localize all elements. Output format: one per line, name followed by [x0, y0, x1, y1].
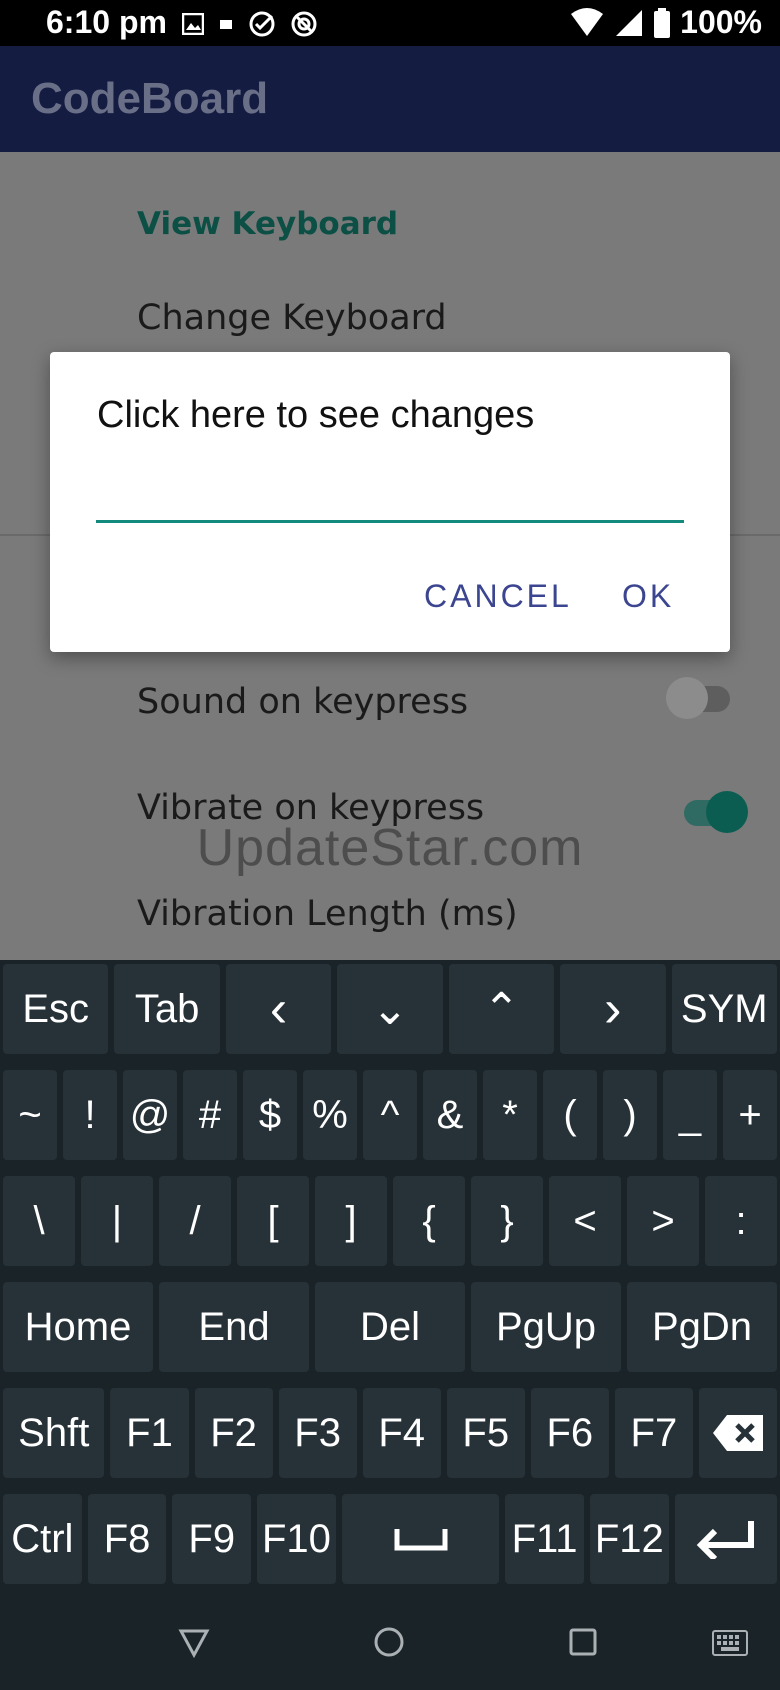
pref-category-view-keyboard: View Keyboard	[137, 206, 399, 242]
key-backspace[interactable]: ⌫	[698, 1388, 777, 1478]
key-left-bracket[interactable]: [	[237, 1176, 309, 1266]
key-f11[interactable]: F11	[505, 1494, 584, 1584]
dialog: Click here to see changes CANCEL OK	[50, 352, 730, 652]
ok-button[interactable]: OK	[622, 578, 674, 615]
key-tilde[interactable]: ~	[3, 1070, 57, 1160]
cancel-button[interactable]: CANCEL	[424, 578, 572, 615]
pref-item-sound-on-keypress[interactable]: Sound on keypress	[137, 682, 468, 722]
key-end[interactable]: End	[159, 1282, 309, 1372]
key-pgup[interactable]: PgUp	[471, 1282, 621, 1372]
recents-icon[interactable]	[569, 1628, 597, 1656]
key-del[interactable]: Del	[315, 1282, 465, 1372]
key-f9[interactable]: F9	[172, 1494, 252, 1584]
key-f2[interactable]: F2	[194, 1388, 273, 1478]
key-down-arrow[interactable]: ⌄	[337, 964, 443, 1054]
key-f6[interactable]: F6	[530, 1388, 609, 1478]
key-backslash[interactable]: \	[3, 1176, 75, 1266]
backspace-icon	[712, 1415, 763, 1451]
key-f3[interactable]: F3	[278, 1388, 357, 1478]
key-at[interactable]: @	[123, 1070, 177, 1160]
key-right-paren[interactable]: )	[603, 1070, 657, 1160]
key-greater-than[interactable]: >	[627, 1176, 699, 1266]
key-asterisk[interactable]: *	[483, 1070, 537, 1160]
keyboard-row-navigation: Home End Del PgUp PgDn	[0, 1278, 780, 1376]
battery-icon	[654, 7, 671, 38]
key-right-brace[interactable]: }	[471, 1176, 543, 1266]
back-icon[interactable]	[178, 1628, 210, 1658]
app-title: CodeBoard	[31, 74, 269, 123]
key-left-arrow[interactable]: ‹	[225, 964, 332, 1054]
key-plus[interactable]: +	[723, 1070, 777, 1160]
key-ctrl[interactable]: Ctrl	[3, 1494, 82, 1584]
notification-icon	[220, 20, 232, 29]
keyboard-row-nav: Esc Tab ‹ ⌄ ⌃ › SYM	[0, 960, 780, 1058]
dialog-title: Click here to see changes	[97, 394, 535, 436]
wifi-icon	[571, 7, 604, 36]
key-less-than[interactable]: <	[549, 1176, 621, 1266]
signal-icon	[616, 9, 643, 36]
pref-item-vibration-length[interactable]: Vibration Length (ms)	[137, 894, 518, 934]
key-dollar[interactable]: $	[243, 1070, 297, 1160]
key-enter[interactable]: ↵	[674, 1494, 777, 1584]
key-f1[interactable]: F1	[110, 1388, 189, 1478]
dialog-text-input[interactable]	[96, 474, 684, 523]
enter-icon	[696, 1521, 754, 1559]
key-f12[interactable]: F12	[589, 1494, 669, 1584]
keyboard-row-function-2: Ctrl F8 F9 F10 ␣ F11 F12 ↵	[0, 1490, 780, 1588]
key-colon[interactable]: :	[705, 1176, 777, 1266]
key-pipe[interactable]: |	[81, 1176, 153, 1266]
keyboard-row-function-1: Shft F1 F2 F3 F4 F5 F6 F7 ⌫	[0, 1384, 780, 1482]
key-f10[interactable]: F10	[257, 1494, 336, 1584]
pref-item-change-keyboard[interactable]: Change Keyboard	[137, 298, 447, 338]
key-ampersand[interactable]: &	[423, 1070, 477, 1160]
blocked-icon	[291, 11, 317, 37]
key-hash[interactable]: #	[183, 1070, 237, 1160]
key-exclamation[interactable]: !	[63, 1070, 117, 1160]
sound-toggle-knob	[666, 677, 708, 719]
sound-toggle-switch[interactable]	[666, 677, 730, 719]
key-right-bracket[interactable]: ]	[315, 1176, 387, 1266]
key-shift[interactable]: Shft	[3, 1388, 105, 1478]
nav-bar	[0, 1600, 780, 1690]
key-f8[interactable]: F8	[87, 1494, 167, 1584]
status-icons-left	[182, 10, 318, 38]
app-bar: CodeBoard	[0, 46, 780, 152]
key-left-brace[interactable]: {	[393, 1176, 465, 1266]
status-bar: 6:10 pm 100%	[0, 0, 780, 46]
image-icon	[182, 13, 204, 35]
key-home[interactable]: Home	[3, 1282, 153, 1372]
status-time: 6:10 pm	[46, 4, 167, 40]
key-percent[interactable]: %	[303, 1070, 357, 1160]
home-icon[interactable]	[373, 1626, 405, 1658]
keyboard: Esc Tab ‹ ⌄ ⌃ › SYM ~ ! @ # $ % ^ & * ( …	[0, 960, 780, 1600]
key-underscore[interactable]: _	[663, 1070, 717, 1160]
watermark: UpdateStar.com	[196, 819, 584, 877]
key-sym[interactable]: SYM	[671, 964, 777, 1054]
status-icons-right: 100%	[570, 4, 762, 41]
key-f7[interactable]: F7	[614, 1388, 693, 1478]
keyboard-row-symbols-1: ~ ! @ # $ % ^ & * ( ) _ +	[0, 1066, 780, 1164]
key-f4[interactable]: F4	[362, 1388, 441, 1478]
keyboard-row-symbols-2: \ | / [ ] { } < > :	[0, 1172, 780, 1270]
key-left-paren[interactable]: (	[543, 1070, 597, 1160]
key-caret[interactable]: ^	[363, 1070, 417, 1160]
key-up-arrow[interactable]: ⌃	[448, 964, 555, 1054]
key-tab[interactable]: Tab	[114, 964, 220, 1054]
keyboard-switch-icon[interactable]	[712, 1630, 748, 1656]
key-f5[interactable]: F5	[446, 1388, 525, 1478]
key-pgdn[interactable]: PgDn	[627, 1282, 777, 1372]
key-slash[interactable]: /	[159, 1176, 231, 1266]
check-circle-icon	[249, 11, 275, 37]
key-esc[interactable]: Esc	[3, 964, 109, 1054]
space-icon	[394, 1529, 448, 1551]
key-right-arrow[interactable]: ›	[560, 964, 666, 1054]
key-space[interactable]: ␣	[341, 1494, 500, 1584]
battery-percent: 100%	[680, 4, 762, 40]
